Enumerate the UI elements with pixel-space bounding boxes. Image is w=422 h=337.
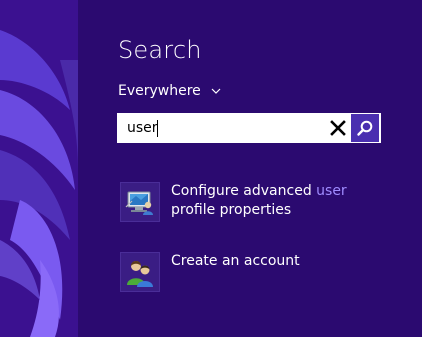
search-scope-dropdown[interactable]: Everywhere (118, 81, 222, 101)
result-label: Configure advanced user profile properti… (171, 183, 347, 218)
chevron-down-icon (210, 85, 222, 97)
scope-label: Everywhere (118, 83, 201, 99)
text-cursor (157, 120, 158, 137)
search-charm: Search Everywhere user Configure advance… (78, 0, 422, 337)
user-profile-properties-icon (120, 182, 160, 222)
result-label: Create an account (171, 253, 300, 269)
search-result-item[interactable]: Configure advanced user profile properti… (120, 182, 391, 222)
close-icon (330, 120, 346, 136)
search-result-item[interactable]: Create an account (120, 252, 391, 292)
search-icon (357, 120, 373, 136)
charm-title: Search (118, 36, 202, 64)
clear-search-button[interactable] (329, 119, 347, 137)
search-input[interactable] (117, 114, 327, 142)
background-art (0, 0, 78, 337)
highlight-match: user (316, 183, 347, 199)
user-accounts-icon (120, 252, 160, 292)
search-button[interactable] (351, 114, 379, 142)
search-box (117, 113, 381, 143)
